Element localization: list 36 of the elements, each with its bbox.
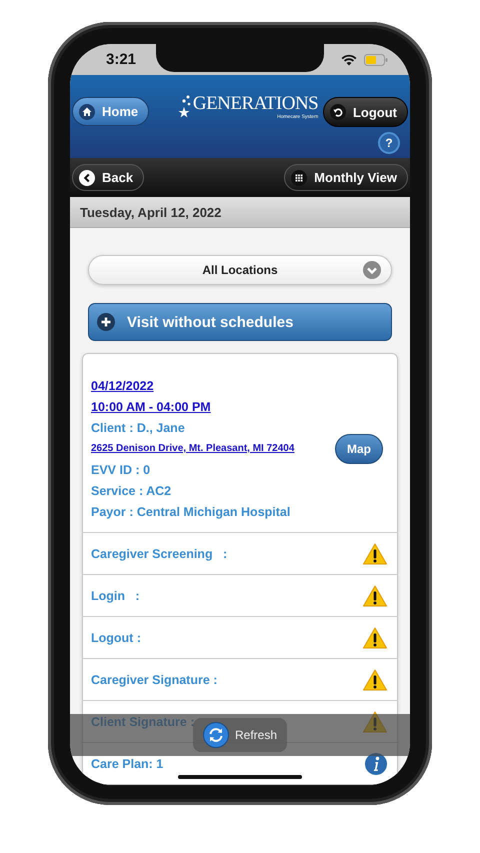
status-label: Login : [91,588,140,602]
grid-icon [291,170,308,186]
monthly-view-button[interactable]: Monthly View [284,164,408,191]
status-label: Caregiver Signature : [91,672,218,686]
clock-time: 3:21 [106,51,136,68]
visit-date-link[interactable]: 04/12/2022 [91,378,294,394]
warning-icon [363,584,387,606]
chevron-left-icon [79,170,95,186]
client-name: Client : D., Jane [91,420,186,436]
wifi-icon [341,54,357,66]
stars-icon [178,94,192,118]
plus-icon [97,313,115,331]
home-button[interactable]: Home [72,97,150,126]
status-label: Caregiver Screening : [91,546,228,560]
back-button[interactable]: Back [72,164,144,191]
warning-icon [363,542,387,564]
evv-id: EVV ID : 0 [91,462,152,478]
date-heading: Tuesday, April 12, 2022 [80,204,222,220]
help-button[interactable]: ? [378,132,400,154]
payor-name: Payor : Central Michigan Hospital [91,504,292,520]
logo-wordmark: GENERATIONS [192,94,318,114]
warning-icon [363,626,387,648]
visit-without-schedules-button[interactable]: Visit without schedules [88,303,392,341]
refresh-icon [202,722,229,748]
status-label: Logout : [91,630,141,644]
battery-icon [364,54,388,66]
map-button[interactable]: Map [335,434,383,464]
location-dropdown[interactable]: All Locations [88,255,392,285]
service-code: Service : AC2 [91,483,172,499]
warning-icon [363,668,387,690]
address-link[interactable]: 2625 Denison Drive, Mt. Pleasant, MI 72404 [91,441,294,457]
chevron-down-icon [363,261,381,279]
status-label: Care Plan: 1 [91,756,164,770]
logout-button[interactable]: Logout [322,97,408,127]
home-icon [79,104,95,120]
visit-time-link[interactable]: 10:00 AM - 04:00 PM [91,399,294,415]
